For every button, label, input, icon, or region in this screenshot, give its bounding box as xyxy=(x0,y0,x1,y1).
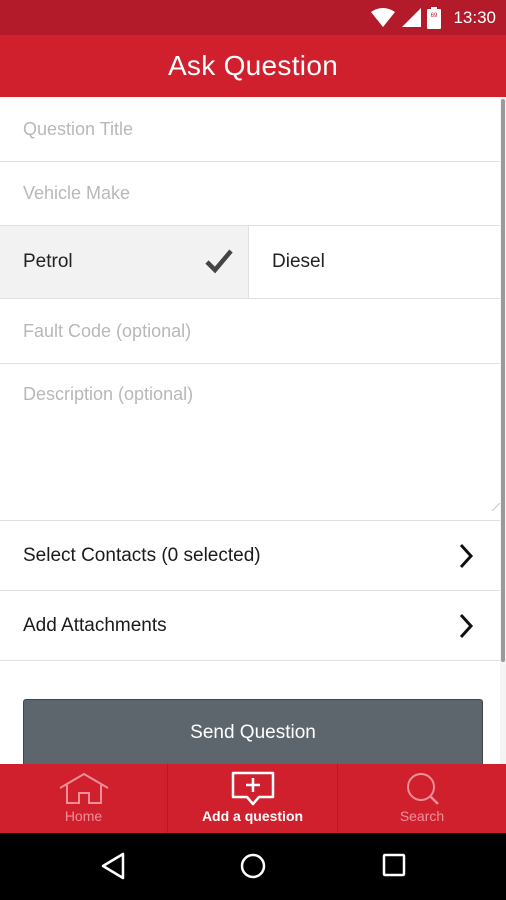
battery-level: 69 xyxy=(431,13,438,19)
fault-code-input[interactable]: Fault Code (optional) xyxy=(0,299,500,364)
send-question-button[interactable]: Send Question xyxy=(23,699,483,764)
back-icon[interactable] xyxy=(100,851,126,886)
add-attachments-row[interactable]: Add Attachments xyxy=(0,591,500,661)
status-icons: 69 13:30 xyxy=(371,0,496,35)
home-icon xyxy=(58,771,110,810)
vehicle-make-input[interactable]: Vehicle Make xyxy=(0,162,500,226)
add-attachments-label: Add Attachments xyxy=(23,614,167,636)
app-header: Ask Question xyxy=(0,35,506,97)
chevron-right-icon xyxy=(458,613,474,644)
page-title: Ask Question xyxy=(167,50,339,81)
system-nav-bar xyxy=(0,833,506,900)
fuel-option-diesel-label: Diesel xyxy=(272,251,325,272)
tab-add-question-label: Add a question xyxy=(201,808,304,824)
fuel-option-petrol[interactable]: Petrol xyxy=(0,226,249,298)
send-question-label: Send Question xyxy=(190,722,316,743)
description-placeholder: Description (optional) xyxy=(23,384,194,404)
scrollbar[interactable] xyxy=(500,97,506,764)
question-title-input[interactable]: Question Title xyxy=(0,97,500,162)
fault-code-placeholder: Fault Code (optional) xyxy=(23,321,192,341)
battery-icon: 69 xyxy=(427,6,442,29)
wifi-icon xyxy=(371,7,396,28)
status-time: 13:30 xyxy=(453,7,496,27)
bottom-tab-bar: Home Add a question Search xyxy=(0,764,506,833)
checkmark-icon xyxy=(205,248,233,280)
tab-home[interactable]: Home xyxy=(0,764,168,833)
search-icon xyxy=(402,771,442,812)
add-question-icon xyxy=(231,771,275,812)
tab-home-label: Home xyxy=(64,808,103,824)
fuel-type-selector: Petrol Diesel xyxy=(0,226,500,299)
tab-add-question[interactable]: Add a question xyxy=(168,764,338,833)
cell-signal-icon xyxy=(401,7,422,28)
recents-icon[interactable] xyxy=(382,851,406,886)
fuel-option-petrol-label: Petrol xyxy=(23,251,73,272)
select-contacts-row[interactable]: Select Contacts (0 selected) xyxy=(0,521,500,591)
select-contacts-label: Select Contacts (0 selected) xyxy=(23,544,261,566)
question-title-placeholder: Question Title xyxy=(23,119,134,139)
home-circle-icon[interactable] xyxy=(239,851,267,886)
ask-question-form: Question Title Vehicle Make Petrol Diese… xyxy=(0,97,500,764)
scrollbar-thumb[interactable] xyxy=(501,99,505,662)
vehicle-make-placeholder: Vehicle Make xyxy=(23,183,131,203)
chevron-right-icon xyxy=(458,543,474,574)
fuel-option-diesel[interactable]: Diesel xyxy=(249,226,500,298)
resize-grip-icon[interactable] xyxy=(491,498,500,516)
tab-search-label: Search xyxy=(399,808,445,824)
tab-search[interactable]: Search xyxy=(338,764,506,833)
status-bar: 69 13:30 xyxy=(0,0,506,35)
description-textarea[interactable]: Description (optional) xyxy=(0,364,500,521)
